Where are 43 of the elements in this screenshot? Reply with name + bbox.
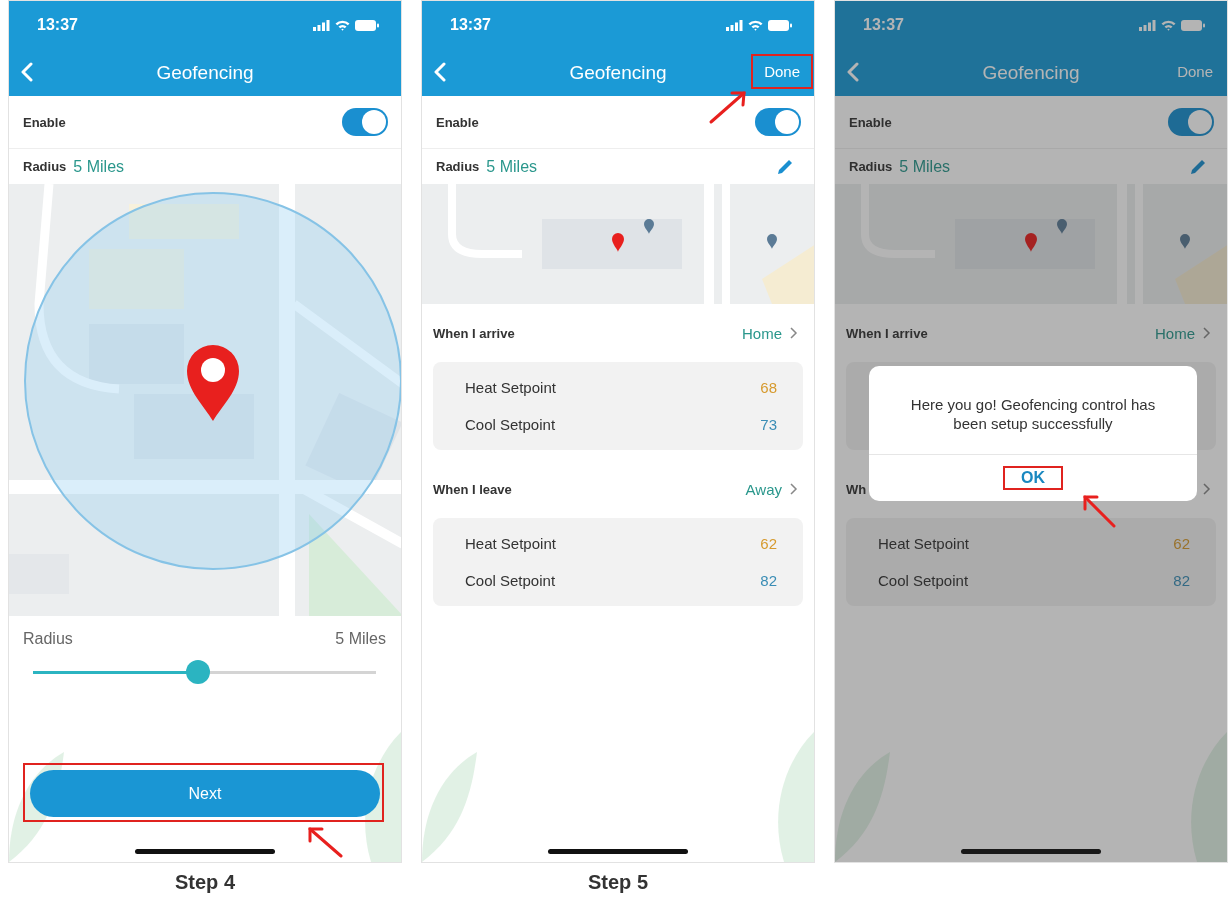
status-time: 13:37 bbox=[450, 16, 491, 34]
next-button[interactable]: Next bbox=[30, 770, 380, 817]
radius-value: 5 Miles bbox=[899, 157, 952, 176]
enable-label: Enable bbox=[436, 114, 479, 130]
radius-label: Radius bbox=[849, 159, 893, 174]
setpoint-value: 73 bbox=[760, 416, 777, 433]
setpoint-label: Cool Setpoint bbox=[878, 572, 969, 589]
ok-button[interactable]: OK bbox=[1003, 466, 1063, 489]
enable-label: Enable bbox=[849, 114, 892, 130]
setpoint-value: 68 bbox=[760, 379, 777, 396]
screen-title: Geofencing bbox=[982, 61, 1080, 84]
done-button[interactable]: Done bbox=[760, 61, 804, 82]
radius-value: 5 Miles bbox=[73, 157, 126, 176]
radius-label: Radius bbox=[436, 159, 480, 174]
section-title: When I arrive bbox=[433, 325, 516, 341]
mode-value[interactable]: Away bbox=[745, 480, 782, 498]
setpoint-label: Cool Setpoint bbox=[465, 572, 556, 589]
section-title: When I arrive bbox=[846, 325, 929, 341]
status-time: 13:37 bbox=[37, 16, 78, 34]
step-caption: Step 5 bbox=[588, 870, 648, 894]
setpoint-label: Heat Setpoint bbox=[465, 535, 556, 552]
radius-label: Radius bbox=[23, 159, 67, 174]
section-title: When I leave bbox=[433, 481, 513, 497]
section-title: Wh bbox=[846, 481, 868, 497]
setpoint-value: 62 bbox=[1173, 535, 1190, 552]
setpoint-value: 82 bbox=[1173, 572, 1190, 589]
screen-title: Geofencing bbox=[569, 61, 667, 84]
mode-value[interactable]: Home bbox=[1155, 324, 1195, 342]
done-button[interactable]: Done bbox=[1173, 61, 1217, 82]
radius-value: 5 Miles bbox=[486, 157, 539, 176]
setpoint-label: Cool Setpoint bbox=[465, 416, 556, 433]
mode-value[interactable]: Home bbox=[742, 324, 782, 342]
dialog-message: Here you go! Geofencing control has been setup successfully bbox=[909, 395, 1157, 434]
enable-label: Enable bbox=[23, 114, 66, 130]
setpoint-value: 62 bbox=[760, 535, 777, 552]
setpoint-label: Heat Setpoint bbox=[465, 379, 556, 396]
screen-title: Geofencing bbox=[156, 61, 254, 84]
slider-reading: 5 Miles bbox=[335, 630, 386, 648]
setpoint-value: 82 bbox=[760, 572, 777, 589]
setpoint-label: Heat Setpoint bbox=[878, 535, 969, 552]
slider-label: Radius bbox=[23, 630, 73, 648]
status-time: 13:37 bbox=[863, 16, 904, 34]
step-caption: Step 4 bbox=[175, 870, 235, 894]
